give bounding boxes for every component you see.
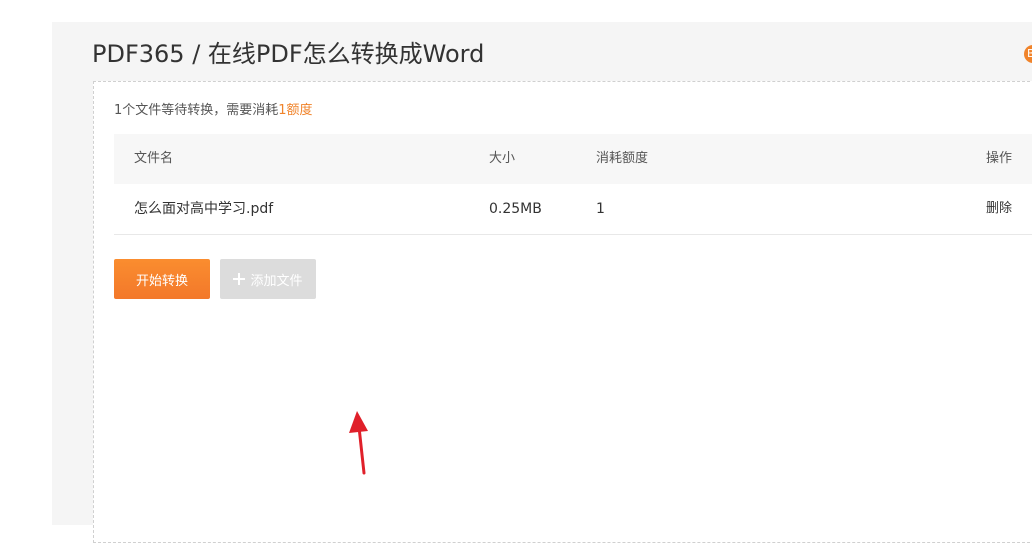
column-header-size: 大小 [489,151,516,166]
add-file-button[interactable]: 添加文件 [220,259,316,299]
user-avatar-icon[interactable]: B [1024,45,1032,63]
red-arrow-icon [349,411,368,475]
column-header-cost: 消耗额度 [596,151,649,166]
plus-icon [233,273,246,285]
table-header: 文件名 大小 消耗额度 操作 [114,134,1032,184]
conversion-card: 1个文件等待转换，需要消耗1额度 文件名 大小 消耗额度 操作 怎么面对高中学习… [93,81,1032,543]
file-cost: 1 [596,201,605,217]
add-file-label: 添加文件 [250,273,303,289]
file-table: 文件名 大小 消耗额度 操作 怎么面对高中学习.pdf 0.25MB 1 删除 [114,134,1032,235]
column-header-action: 操作 [986,151,1013,166]
conversion-summary: 1个文件等待转换，需要消耗1额度 [114,99,313,118]
credit-count: 1额度 [278,103,313,118]
start-conversion-label: 开始转换 [135,273,188,289]
table-row: 怎么面对高中学习.pdf 0.25MB 1 删除 [114,184,1032,235]
file-size: 0.25MB [489,201,542,217]
page-title: PDF365 / 在线PDF怎么转换成Word [92,40,485,68]
delete-file-link[interactable]: 删除 [986,184,1012,234]
start-conversion-button[interactable]: 开始转换 [114,259,210,299]
column-header-name: 文件名 [134,151,174,166]
file-name: 怎么面对高中学习.pdf [134,201,274,217]
main-panel: PDF365 / 在线PDF怎么转换成Word B 1个文件等待转换，需要消耗1… [52,22,1032,543]
summary-text: 1个文件等待转换，需要消耗 [114,103,279,118]
